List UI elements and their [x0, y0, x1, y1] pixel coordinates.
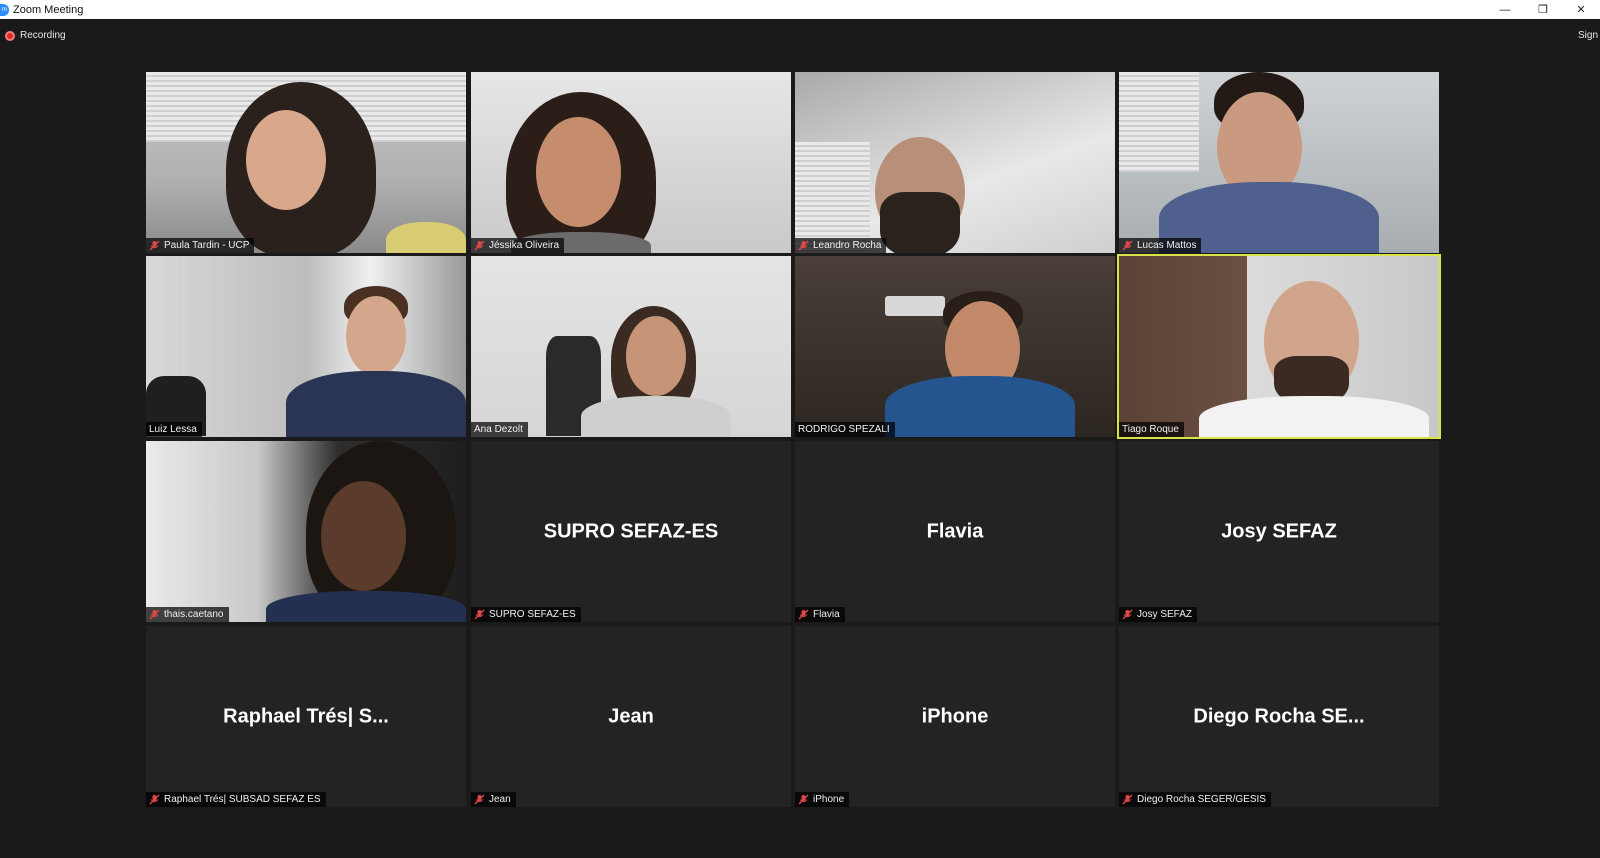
participant-name: Josy SEFAZ [1137, 609, 1193, 620]
participant-tile[interactable]: Flavia Flavia [795, 441, 1115, 622]
participant-name: Jéssika Oliveira [489, 240, 560, 251]
participant-tile[interactable]: thais.caetano [146, 441, 466, 622]
muted-mic-icon [474, 609, 485, 620]
participant-name: thais.caetano [164, 609, 224, 620]
participant-name-label: Paula Tardin - UCP [146, 238, 255, 253]
participant-name: Raphael Trés| SUBSAD SEFAZ ES [164, 794, 321, 805]
muted-mic-icon [474, 794, 485, 805]
muted-mic-icon [1122, 609, 1133, 620]
participant-display-name: Diego Rocha SE... [1193, 705, 1365, 727]
participant-name-label: Luiz Lessa [146, 422, 202, 437]
participant-name: Paula Tardin - UCP [164, 240, 250, 251]
participant-tile[interactable]: Raphael Trés| S... Raphael Trés| SUBSAD … [146, 626, 466, 807]
participant-tile[interactable]: Lucas Mattos [1119, 72, 1439, 253]
meeting-top-strip: Recording Sign [0, 19, 1600, 53]
muted-mic-icon [149, 609, 160, 620]
participant-display-name: Josy SEFAZ [1221, 520, 1337, 542]
participant-tile-active-speaker[interactable]: Tiago Roque [1117, 254, 1441, 439]
participant-tile[interactable]: Paula Tardin - UCP [146, 72, 466, 253]
participant-video [1119, 256, 1439, 437]
participant-name: SUPRO SEFAZ-ES [489, 609, 576, 620]
participant-name: Ana Dezolt [474, 424, 523, 435]
participant-name-label: Leandro Rocha [795, 238, 887, 253]
participant-video [471, 72, 791, 253]
participant-video [146, 256, 466, 437]
participant-name-label: iPhone [795, 792, 850, 807]
muted-mic-icon [1122, 794, 1133, 805]
participant-video [146, 441, 466, 622]
participant-name: RODRIGO SPEZALI [798, 424, 890, 435]
participant-name-label: SUPRO SEFAZ-ES [471, 607, 581, 622]
participant-tile[interactable]: Jean Jean [471, 626, 791, 807]
participant-tile[interactable]: Ana Dezolt [471, 256, 791, 437]
participant-display-name: iPhone [921, 705, 989, 727]
participant-name-label: Lucas Mattos [1119, 238, 1202, 253]
participant-video [471, 256, 791, 437]
participant-tile[interactable]: SUPRO SEFAZ-ES SUPRO SEFAZ-ES [471, 441, 791, 622]
participant-name-label: Tiago Roque [1119, 422, 1184, 437]
participant-tile[interactable]: Leandro Rocha [795, 72, 1115, 253]
close-button[interactable]: ✕ [1562, 0, 1600, 19]
participant-name: Flavia [813, 609, 840, 620]
muted-mic-icon [798, 609, 809, 620]
participant-name: Luiz Lessa [149, 424, 197, 435]
participant-tile[interactable]: iPhone iPhone [795, 626, 1115, 807]
participant-video [1119, 72, 1439, 253]
window-titlebar: m Zoom Meeting — ❐ ✕ [0, 0, 1600, 19]
recording-indicator[interactable]: Recording [5, 30, 66, 41]
window-title: Zoom Meeting [13, 3, 84, 16]
muted-mic-icon [798, 240, 809, 251]
window-controls: — ❐ ✕ [1486, 0, 1600, 19]
participant-name-label: Diego Rocha SEGER/GESIS [1119, 792, 1271, 807]
participant-name-label: Ana Dezolt [471, 422, 528, 437]
participant-name: Tiago Roque [1122, 424, 1179, 435]
restore-button[interactable]: ❐ [1524, 0, 1562, 19]
participant-name-label: Josy SEFAZ [1119, 607, 1198, 622]
muted-mic-icon [149, 240, 160, 251]
participant-display-name: SUPRO SEFAZ-ES [543, 520, 719, 542]
participant-name: iPhone [813, 794, 845, 805]
participant-name: Lucas Mattos [1137, 240, 1197, 251]
participant-tile[interactable]: Diego Rocha SE... Diego Rocha SEGER/GESI… [1119, 626, 1439, 807]
participant-tile[interactable]: Josy SEFAZ Josy SEFAZ [1119, 441, 1439, 622]
muted-mic-icon [1122, 240, 1133, 251]
participant-name: Diego Rocha SEGER/GESIS [1137, 794, 1266, 805]
participant-display-name: Raphael Trés| S... [223, 705, 389, 727]
participant-name-label: Raphael Trés| SUBSAD SEFAZ ES [146, 792, 326, 807]
muted-mic-icon [798, 794, 809, 805]
participant-display-name: Flavia [926, 520, 984, 542]
participant-name-label: Flavia [795, 607, 845, 622]
muted-mic-icon [474, 240, 485, 251]
participant-tile[interactable]: Jéssika Oliveira [471, 72, 791, 253]
participant-tile[interactable]: RODRIGO SPEZALI [795, 256, 1115, 437]
muted-mic-icon [149, 794, 160, 805]
participant-video [795, 72, 1115, 253]
minimize-button[interactable]: — [1486, 0, 1524, 19]
participant-video [146, 72, 466, 253]
participant-name: Jean [489, 794, 511, 805]
participant-name-label: Jéssika Oliveira [471, 238, 565, 253]
zoom-app-icon: m [0, 3, 9, 16]
participant-tile[interactable]: Luiz Lessa [146, 256, 466, 437]
participant-name-label: Jean [471, 792, 516, 807]
recording-icon [5, 30, 15, 41]
participant-video [795, 256, 1115, 437]
recording-label: Recording [20, 30, 66, 41]
participant-name-label: RODRIGO SPEZALI [795, 422, 895, 437]
sign-in-button[interactable]: Sign [1578, 30, 1598, 41]
participant-name: Leandro Rocha [813, 240, 882, 251]
participant-name-label: thais.caetano [146, 607, 229, 622]
participant-display-name: Jean [608, 705, 654, 727]
